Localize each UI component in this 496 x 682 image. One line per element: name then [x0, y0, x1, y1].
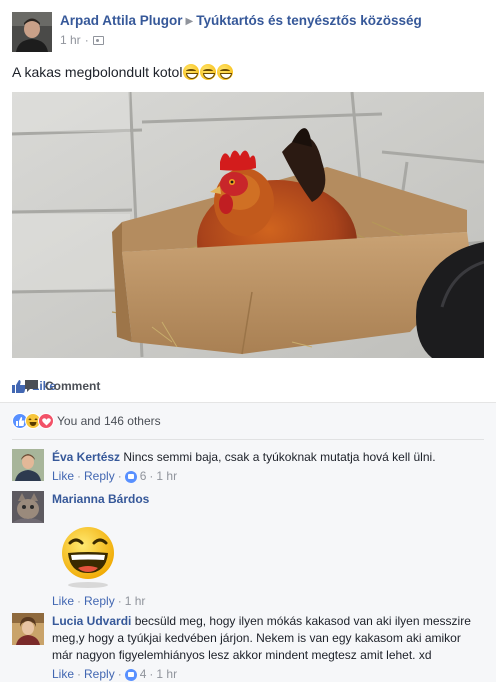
grinning-squinting-face-icon	[217, 64, 234, 80]
comments-section: You and 146 others Éva Kertész Nincs sem…	[0, 402, 496, 682]
comment-like-count[interactable]: 6	[140, 468, 147, 485]
divider	[12, 439, 484, 440]
like-count-icon	[124, 668, 137, 681]
post-header: Arpad Attila Plugor ▶ Tyúktartós és tenyés…	[12, 12, 484, 52]
author-avatar[interactable]	[12, 12, 52, 52]
author-line: Arpad Attila Plugor ▶ Tyúktartós és tenyés…	[60, 13, 422, 28]
post-text: A kakas megbolondult kotol	[12, 64, 234, 80]
grinning-squinting-face-icon	[183, 64, 200, 80]
comment-like-link[interactable]: Like	[52, 593, 74, 610]
dot-separator: ·	[77, 594, 82, 608]
comment-reply-link[interactable]: Reply	[84, 666, 115, 682]
dot-separator: ·	[149, 469, 154, 483]
author-name[interactable]: Arpad Attila Plugor	[60, 13, 183, 28]
comment-actions: Like · Reply · 1 hr	[52, 593, 484, 610]
reactions-count-text: You and 146 others	[57, 414, 161, 428]
comment-body: Éva Kertész Nincs semmi baja, csak a tyú…	[52, 449, 484, 485]
comment-time[interactable]: 1 hr	[156, 666, 177, 682]
dot-separator: ·	[77, 469, 82, 483]
dot-separator: ·	[117, 469, 122, 483]
comment-reply-link[interactable]: Reply	[84, 593, 115, 610]
group-icon	[92, 35, 104, 45]
comment-like-link[interactable]: Like	[52, 666, 74, 682]
comment-item: Marianna Bárdos Like · Reply · 1 hr	[12, 491, 484, 611]
post-text-content: A kakas megbolondult kotol	[12, 64, 183, 80]
dot-separator: ·	[117, 667, 122, 681]
post-photo[interactable]	[12, 92, 484, 358]
dot-separator: ·	[149, 667, 154, 681]
like-count-icon	[124, 470, 137, 483]
commenter-avatar[interactable]	[12, 613, 44, 645]
commenter-name[interactable]: Éva Kertész	[52, 450, 120, 464]
laughing-emoji-sticker[interactable]	[52, 521, 128, 589]
comment-bubble-icon	[25, 380, 38, 392]
comment-like-link[interactable]: Like	[52, 468, 74, 485]
commenter-avatar[interactable]	[12, 449, 44, 481]
comment-text: Nincs semmi baja, csak a tyúkoknak mutat…	[123, 450, 436, 464]
arrow-right-icon: ▶	[185, 16, 194, 27]
comment-actions: Like · Reply · 4 · 1 hr	[52, 666, 484, 682]
love-reaction-icon	[38, 413, 54, 429]
commenter-name[interactable]: Lucia Udvardi	[52, 614, 131, 628]
reactions-summary[interactable]: You and 146 others	[12, 413, 161, 429]
comment-like-count[interactable]: 4	[140, 666, 147, 682]
comment-label: Comment	[45, 379, 101, 393]
meta-dot: ·	[84, 33, 89, 47]
dot-separator: ·	[117, 594, 122, 608]
post-meta: 1 hr ·	[60, 33, 422, 47]
dot-separator: ·	[77, 667, 82, 681]
commenter-name[interactable]: Marianna Bárdos	[52, 492, 149, 506]
header-text: Arpad Attila Plugor ▶ Tyúktartós és tenyés…	[60, 13, 422, 47]
comment-time[interactable]: 1 hr	[125, 593, 146, 610]
reaction-icons	[12, 413, 54, 429]
comment-time[interactable]: 1 hr	[156, 468, 177, 485]
post-time[interactable]: 1 hr	[60, 33, 81, 47]
comment-footer: Like · Reply · 1 hr	[52, 591, 484, 610]
grinning-squinting-face-icon	[200, 64, 217, 80]
comment-body: Lucia Udvardi becsüld meg, hogy ilyen mó…	[52, 613, 484, 682]
post-action-bar: Like Comment	[12, 372, 484, 400]
commenter-avatar[interactable]	[12, 491, 44, 523]
comment-reply-link[interactable]: Reply	[84, 468, 115, 485]
comment-actions: Like · Reply · 6 · 1 hr	[52, 468, 484, 485]
group-name[interactable]: Tyúktartós és tenyésztős közösség	[196, 13, 422, 28]
comment-body: Marianna Bárdos	[52, 491, 484, 508]
comment-button[interactable]: Comment	[24, 379, 496, 393]
